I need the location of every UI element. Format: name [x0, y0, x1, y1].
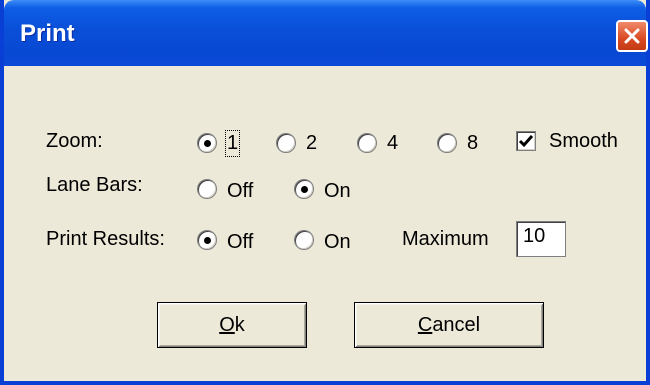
maximum-input[interactable]: 10: [516, 221, 566, 257]
maximum-label: Maximum: [402, 228, 489, 250]
print-results-label: Print Results:: [46, 228, 165, 250]
lane-bars-on-label: On: [324, 180, 351, 202]
zoom-radio-8[interactable]: [437, 133, 457, 153]
zoom-radio-2[interactable]: [276, 133, 296, 153]
print-results-on-radio[interactable]: [294, 230, 314, 250]
zoom-radio-1[interactable]: [197, 133, 217, 153]
print-results-off-radio[interactable]: [197, 230, 217, 250]
ok-button[interactable]: Ok: [157, 302, 307, 348]
smooth-label: Smooth: [549, 130, 618, 152]
title-bar[interactable]: Print: [4, 0, 648, 66]
print-results-off-label: Off: [227, 231, 254, 253]
print-results-on-label: On: [324, 231, 351, 253]
close-button[interactable]: [616, 20, 648, 52]
zoom-radio-4[interactable]: [357, 133, 377, 153]
print-dialog: Print Zoom: 1 2 4 8 Smooth Lane Bars: Of…: [0, 0, 650, 385]
lane-bars-off-radio[interactable]: [197, 179, 217, 199]
zoom-option-4-label: 4: [387, 132, 399, 154]
zoom-option-1-label: 1: [224, 130, 241, 157]
ok-button-label: Ok: [219, 313, 245, 336]
zoom-option-8-label: 8: [467, 132, 479, 154]
zoom-label: Zoom:: [46, 130, 103, 152]
checkmark-icon: [518, 135, 534, 148]
zoom-option-2-label: 2: [306, 132, 318, 154]
lane-bars-label: Lane Bars:: [46, 174, 143, 196]
cancel-button-label: Cancel: [417, 313, 481, 336]
cancel-button[interactable]: Cancel: [354, 302, 544, 348]
window-title: Print: [20, 20, 75, 47]
smooth-checkbox[interactable]: [516, 131, 536, 151]
dialog-content: Zoom: 1 2 4 8 Smooth Lane Bars: Off On P…: [4, 66, 646, 381]
lane-bars-on-radio[interactable]: [294, 179, 314, 199]
close-icon: [624, 28, 640, 44]
lane-bars-off-label: Off: [227, 180, 254, 202]
